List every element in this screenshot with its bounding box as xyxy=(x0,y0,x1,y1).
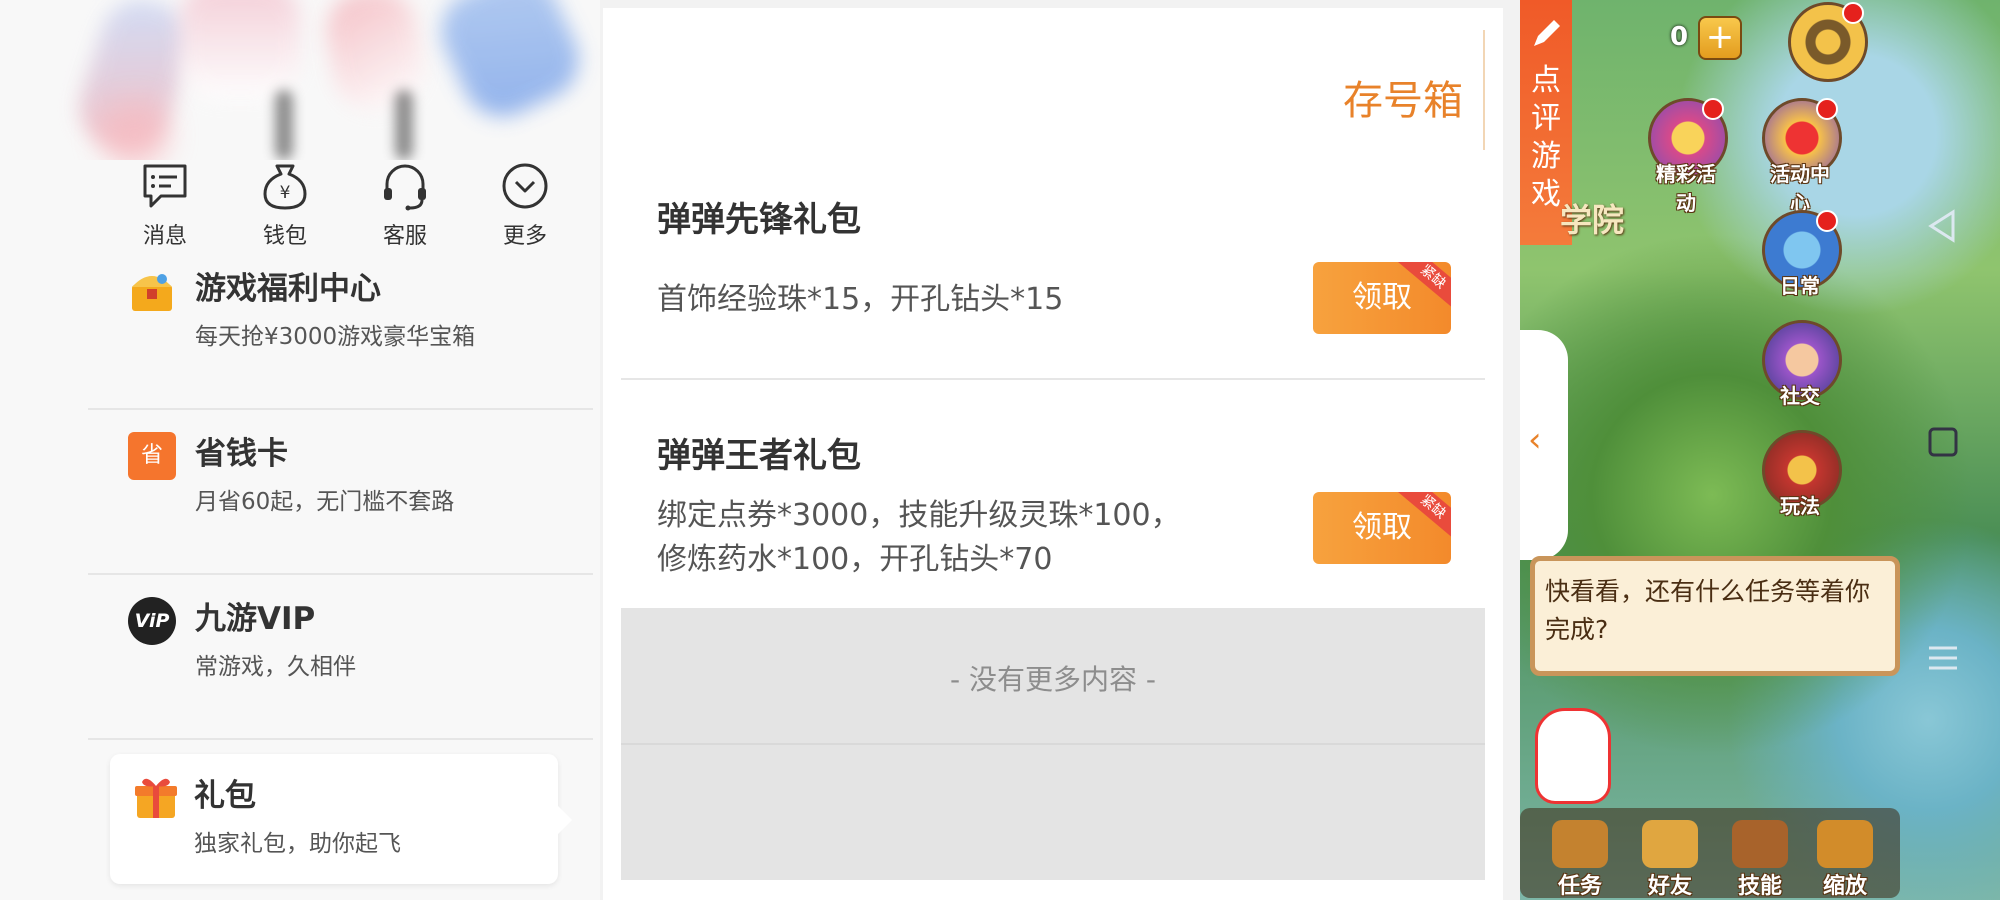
menu-item-welfare-center[interactable]: 游戏福利中心 每天抢¥3000游戏豪华宝箱 xyxy=(88,247,593,410)
save-box-link[interactable]: 存号箱 xyxy=(1343,68,1463,126)
claim-button[interactable]: 领取 紧缺 xyxy=(1313,262,1451,334)
wallet-label: 钱包 xyxy=(262,224,307,249)
treasure-chest-icon xyxy=(132,274,172,311)
left-panel: 消息 ¥ 钱包 客服 更多 游戏福利中心 每天抢¥3000游戏豪华宝箱 省 省钱… xyxy=(0,0,600,900)
task-label: 任务 xyxy=(1557,874,1602,899)
notification-dot xyxy=(1816,210,1838,232)
menu-item-gift[interactable]: 礼包 独家礼包，助你起飞 xyxy=(110,754,572,884)
events-button[interactable]: 精彩活动 xyxy=(1648,98,1728,216)
activity-center-label: 活动中心 xyxy=(1770,162,1830,215)
gameplay-label: 玩法 xyxy=(1780,494,1820,518)
save-card-icon: 省 xyxy=(128,432,176,480)
zoom-button[interactable]: 缩放 xyxy=(1805,820,1885,900)
top-banner xyxy=(0,0,600,160)
gift-name: 弹弹王者礼包 xyxy=(657,436,861,476)
pointer-hand-icon xyxy=(1535,708,1611,804)
menu-item-title: 礼包 xyxy=(194,778,256,814)
vip-icon-text: ViP xyxy=(134,610,170,632)
daily-label: 日常 xyxy=(1780,274,1820,298)
menu-item-save-card[interactable]: 省 省钱卡 月省60起，无门槛不套路 xyxy=(88,412,593,575)
zoom-label: 缩放 xyxy=(1822,874,1867,899)
gift-item: 弹弹先锋礼包 首饰经验珠*15，开孔钻头*15 领取 紧缺 xyxy=(621,158,1485,380)
academy-label: 学院 xyxy=(1560,201,1625,239)
gifts-panel: 存号箱 弹弹先锋礼包 首饰经验珠*15，开孔钻头*15 领取 紧缺 弹弹王者礼包… xyxy=(603,8,1503,900)
menu-item-title: 九游VIP xyxy=(195,601,316,637)
nav-home-icon[interactable] xyxy=(1925,424,1961,460)
notification-dot xyxy=(1842,2,1864,24)
no-more-footer: - 没有更多内容 - xyxy=(621,608,1485,743)
social-label: 社交 xyxy=(1780,384,1820,408)
skills-button[interactable]: 技能 xyxy=(1720,820,1800,900)
task-button[interactable]: 任务 xyxy=(1540,820,1620,900)
messages-button[interactable]: 消息 xyxy=(120,160,210,250)
hint-bubble: 快看看，还有什么任务等着你完成? xyxy=(1530,556,1900,676)
gameplay-button[interactable]: 玩法 xyxy=(1762,430,1842,519)
claim-button[interactable]: 领取 紧缺 xyxy=(1313,492,1451,564)
quick-actions: 消息 ¥ 钱包 客服 更多 xyxy=(100,160,580,260)
add-gold-button[interactable]: + xyxy=(1698,16,1742,60)
gift-desc: 绑定点券*3000，技能升级灵珠*100， xyxy=(657,498,1181,533)
menu-item-subtitle: 月省60起，无门槛不套路 xyxy=(195,489,455,515)
review-tab-text: 点评游戏 xyxy=(1531,63,1561,212)
menu-item-subtitle: 独家礼包，助你起飞 xyxy=(194,831,401,857)
wallet-button[interactable]: ¥ 钱包 xyxy=(240,160,330,250)
messages-label: 消息 xyxy=(142,224,187,249)
settings-button[interactable] xyxy=(1788,2,1868,82)
nav-back-icon[interactable] xyxy=(1925,208,1961,244)
notification-dot xyxy=(1702,98,1724,120)
divider xyxy=(88,738,593,740)
no-more-text: - 没有更多内容 - xyxy=(949,663,1156,696)
friends-label: 好友 xyxy=(1647,874,1692,899)
claim-label: 领取 xyxy=(1352,280,1412,315)
hint-text: 快看看，还有什么任务等着你完成? xyxy=(1545,577,1871,644)
divider xyxy=(88,408,593,410)
menu-item-title: 省钱卡 xyxy=(195,436,288,472)
events-label: 精彩活动 xyxy=(1656,162,1716,215)
nav-menu-icon[interactable] xyxy=(1925,640,1961,676)
menu-item-subtitle: 每天抢¥3000游戏豪华宝箱 xyxy=(195,324,476,350)
menu-item-title: 游戏福利中心 xyxy=(195,271,381,307)
friends-button[interactable]: 好友 xyxy=(1630,820,1710,900)
save-card-icon-text: 省 xyxy=(140,443,163,468)
notification-dot xyxy=(1816,98,1838,120)
support-button[interactable]: 客服 xyxy=(360,160,450,250)
gift-desc: 首饰经验珠*15，开孔钻头*15 xyxy=(657,282,1064,317)
more-button[interactable]: 更多 xyxy=(480,160,570,250)
chevron-left-icon: ‹ xyxy=(1528,420,1542,460)
more-icon xyxy=(502,163,548,209)
gift-name: 弹弹先锋礼包 xyxy=(657,200,861,240)
pencil-icon xyxy=(1534,20,1560,46)
gold-count: 0 xyxy=(1670,22,1689,52)
wallet-icon: ¥ xyxy=(263,164,307,210)
gift-desc: 修炼药水*100，开孔钻头*70 xyxy=(657,542,1053,577)
activity-center-button[interactable]: 活动中心 xyxy=(1762,98,1842,216)
daily-button[interactable]: 日常 xyxy=(1762,210,1842,299)
message-icon xyxy=(143,164,187,208)
gift-icon xyxy=(135,778,177,818)
skills-icon xyxy=(1732,820,1788,868)
collapse-drawer-button[interactable]: ‹ xyxy=(1520,330,1568,560)
menu-item-subtitle: 常游戏，久相伴 xyxy=(195,654,356,680)
divider xyxy=(1483,30,1485,150)
empty-area xyxy=(621,743,1485,880)
friends-icon xyxy=(1642,820,1698,868)
skills-label: 技能 xyxy=(1737,874,1782,899)
support-label: 客服 xyxy=(382,224,427,249)
divider xyxy=(88,573,593,575)
svg-text:¥: ¥ xyxy=(280,183,291,203)
gift-item: 弹弹王者礼包 绑定点券*3000，技能升级灵珠*100， 修炼药水*100，开孔… xyxy=(621,380,1485,608)
task-icon xyxy=(1552,820,1608,868)
zoom-icon xyxy=(1817,820,1873,868)
claim-label: 领取 xyxy=(1352,510,1412,545)
vip-icon: ViP xyxy=(128,597,176,645)
headset-icon xyxy=(384,164,426,211)
more-label: 更多 xyxy=(502,224,547,249)
social-button[interactable]: 社交 xyxy=(1762,320,1842,409)
menu-item-vip[interactable]: ViP 九游VIP 常游戏，久相伴 xyxy=(88,577,593,740)
